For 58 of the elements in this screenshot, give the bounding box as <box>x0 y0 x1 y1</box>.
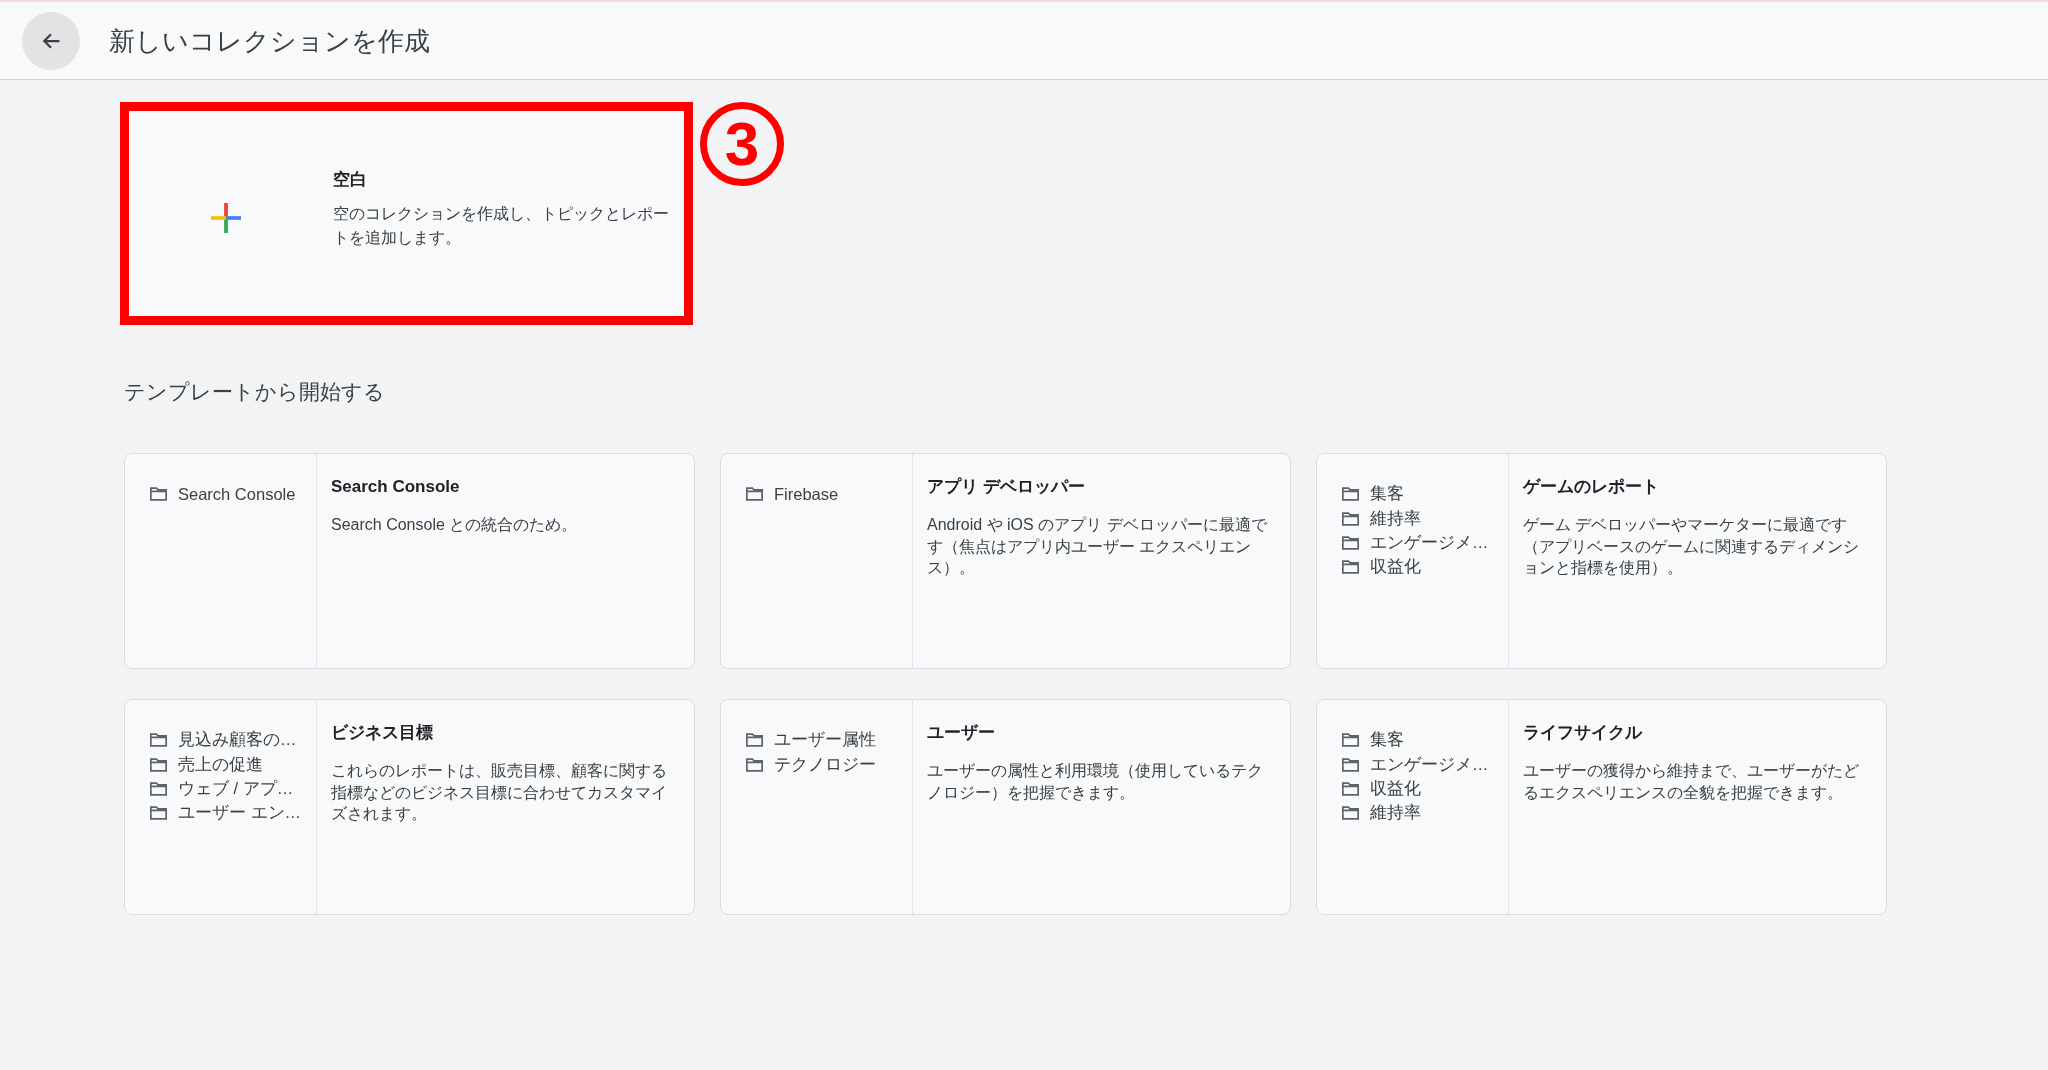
folder-icon <box>1342 733 1359 748</box>
folder-label: ウェブ / アプ… <box>178 777 294 799</box>
card-title: 空白 <box>333 169 368 191</box>
template-card[interactable]: Search Console Search Console Search Console との統合のため。 <box>124 453 695 669</box>
card-title: アプリ デベロッパー <box>927 476 1086 498</box>
card-title: Search Console <box>331 476 461 498</box>
folder-label: 維持率 <box>1370 802 1421 824</box>
folder-label: 維持率 <box>1370 507 1421 529</box>
folder-icon <box>1342 757 1359 772</box>
template-card[interactable]: ユーザー属性 テクノロジー ユーザー ユーザーの属性と利用環境（使用しているテクノロジー）を把握できます。 <box>720 699 1291 915</box>
folder-label: ユーザー エン… <box>178 802 302 824</box>
card-description: Search Console との統合のため。 <box>331 515 579 535</box>
folder-label: 収益化 <box>1370 556 1421 578</box>
card-description: これらのレポートは、販売目標、顧客に関する指標などのビジネス目標に合わせてカスタマイズされます。 <box>331 761 668 824</box>
template-card[interactable]: 集客 維持率 エンゲージメ… 収益化 ゲームのレポート ゲーム デベロッパーやマーケターに最適です（アプリベースのゲームに関連するディメンションと指標を使用）。 <box>1316 453 1887 669</box>
template-card[interactable]: 集客 エンゲージメ… 収益化 維持率 ライフサイクル ユーザーの獲得から維持まで、ユーザーがたどるエクスペリエンスの全貌を把握できます。 <box>1316 699 1887 915</box>
folder-label: 見込み顧客の… <box>178 729 297 751</box>
card-title: ビジネス目標 <box>331 722 434 744</box>
page-title: 新しいコレクションを作成 <box>109 24 430 58</box>
folder-label: 集客 <box>1370 729 1404 751</box>
card-title: ゲームのレポート <box>1523 476 1660 498</box>
folder-label: テクノロジー <box>774 753 876 775</box>
card-title: ユーザー <box>927 722 996 744</box>
folder-icon <box>746 757 763 772</box>
folder-label: エンゲージメ… <box>1370 531 1489 553</box>
folder-icon <box>150 806 167 821</box>
folder-icon <box>150 487 167 502</box>
card-title: ライフサイクル <box>1523 722 1644 744</box>
folder-icon <box>150 781 167 796</box>
folder-label: ユーザー属性 <box>774 729 876 751</box>
blank-collection-card[interactable]: 空白 空のコレクションを作成し、トピックとレポートを追加します。 <box>129 111 684 316</box>
folder-icon <box>746 487 763 502</box>
section-heading: テンプレートから開始する <box>124 379 386 405</box>
template-card[interactable]: 見込み顧客の… 売上の促進 ウェブ / アプ… ユーザー エン… ビジネス目標 これらのレポートは、販売目標、顧客に関する指標などのビジネス目標に合わせてカスタマイズされます。 <box>124 699 695 915</box>
folder-label: エンゲージメ… <box>1370 753 1489 775</box>
step-marker: 3 <box>700 102 784 186</box>
folder-icon <box>1342 511 1359 526</box>
folder-icon <box>1342 806 1359 821</box>
folder-icon <box>150 733 167 748</box>
folder-label: Firebase <box>774 484 839 504</box>
folder-icon <box>1342 487 1359 502</box>
card-description: Android や iOS のアプリ デベロッパーに最適です（焦点はアプリ内ユーザー エクスペリエンス）。 <box>927 515 1267 578</box>
folder-icon <box>1342 560 1359 575</box>
card-description: ゲーム デベロッパーやマーケターに最適です（アプリベースのゲームに関連するディメンションと指標を使用）。 <box>1523 515 1860 578</box>
plus-icon <box>211 202 241 233</box>
card-description: 空のコレクションを作成し、トピックとレポートを追加します。 <box>333 204 670 248</box>
card-description: ユーザーの属性と利用環境（使用しているテクノロジー）を把握できます。 <box>927 761 1264 803</box>
folder-label: 集客 <box>1370 483 1404 505</box>
folder-label: Search Console <box>178 484 296 504</box>
folder-label: 売上の促進 <box>178 753 263 775</box>
card-description: ユーザーの獲得から維持まで、ユーザーがたどるエクスペリエンスの全貌を把握できます。 <box>1523 761 1860 803</box>
folder-icon <box>1342 535 1359 550</box>
folder-icon <box>746 733 763 748</box>
folder-label: 収益化 <box>1370 777 1421 799</box>
template-card[interactable]: Firebase アプリ デベロッパー Android や iOS のアプリ デベロッパーに最適です（焦点はアプリ内ユーザー エクスペリエンス）。 <box>720 453 1291 669</box>
folder-icon <box>150 757 167 772</box>
back-arrow-icon <box>42 32 60 49</box>
folder-icon <box>1342 781 1359 796</box>
